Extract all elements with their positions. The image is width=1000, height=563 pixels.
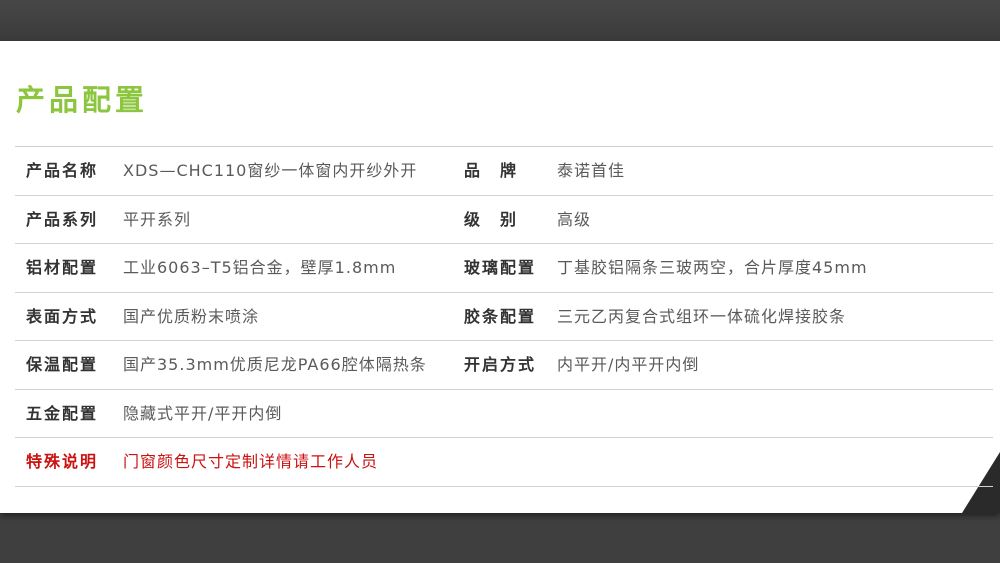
config-table: 产品名称 XDS—CHC110窗纱一体窗内开纱外开 品 牌 泰诺首佳 产品系列 … xyxy=(15,146,993,487)
table-row-product-name: 产品名称 XDS—CHC110窗纱一体窗内开纱外开 品 牌 泰诺首佳 xyxy=(15,147,993,196)
value-special-note: 门窗颜色尺寸定制详情请工作人员 xyxy=(123,452,379,471)
label-opening: 开启方式 xyxy=(464,355,537,374)
table-row-insulation: 保温配置 国产35.3mm优质尼龙PA66腔体隔热条 开启方式 内平开/内平开内… xyxy=(15,341,993,390)
value-grade: 高级 xyxy=(557,209,592,229)
label-grade: 级 别 xyxy=(464,209,519,229)
label-surface: 表面方式 xyxy=(26,306,99,326)
table-row-series: 产品系列 平开系列 级 别 高级 xyxy=(15,196,993,244)
label-brand: 品 牌 xyxy=(464,161,519,180)
value-hardware: 隐藏式平开/平开内倒 xyxy=(123,403,283,423)
value-surface: 国产优质粉末喷涂 xyxy=(123,306,260,326)
value-gasket: 三元乙丙复合式组环一体硫化焊接胶条 xyxy=(557,306,847,326)
top-dark-band xyxy=(0,0,1000,44)
table-row-aluminum: 铝材配置 工业6063–T5铝合金，壁厚1.8mm 玻璃配置 丁基胶铝隔条三玻两… xyxy=(15,244,993,293)
label-hardware: 五金配置 xyxy=(26,403,99,423)
value-glass: 丁基胶铝隔条三玻两空，合片厚度45mm xyxy=(557,258,868,277)
value-aluminum: 工业6063–T5铝合金，壁厚1.8mm xyxy=(123,258,397,277)
page-title: 产品配置 xyxy=(16,83,149,117)
label-glass: 玻璃配置 xyxy=(464,258,537,277)
table-row-hardware: 五金配置 隐藏式平开/平开内倒 xyxy=(15,390,993,438)
label-special-note: 特殊说明 xyxy=(26,452,99,471)
label-aluminum: 铝材配置 xyxy=(26,258,99,277)
table-row-surface: 表面方式 国产优质粉末喷涂 胶条配置 三元乙丙复合式组环一体硫化焊接胶条 xyxy=(15,293,993,341)
value-product-name: XDS—CHC110窗纱一体窗内开纱外开 xyxy=(123,161,418,180)
label-product-name: 产品名称 xyxy=(26,161,99,180)
label-insulation: 保温配置 xyxy=(26,355,99,374)
table-row-note: 特殊说明 门窗颜色尺寸定制详情请工作人员 xyxy=(15,438,993,487)
value-insulation: 国产35.3mm优质尼龙PA66腔体隔热条 xyxy=(123,355,427,374)
label-gasket: 胶条配置 xyxy=(464,306,537,326)
value-opening: 内平开/内平开内倒 xyxy=(557,355,700,374)
value-brand: 泰诺首佳 xyxy=(557,161,626,180)
label-series: 产品系列 xyxy=(26,209,99,229)
value-series: 平开系列 xyxy=(123,209,192,229)
